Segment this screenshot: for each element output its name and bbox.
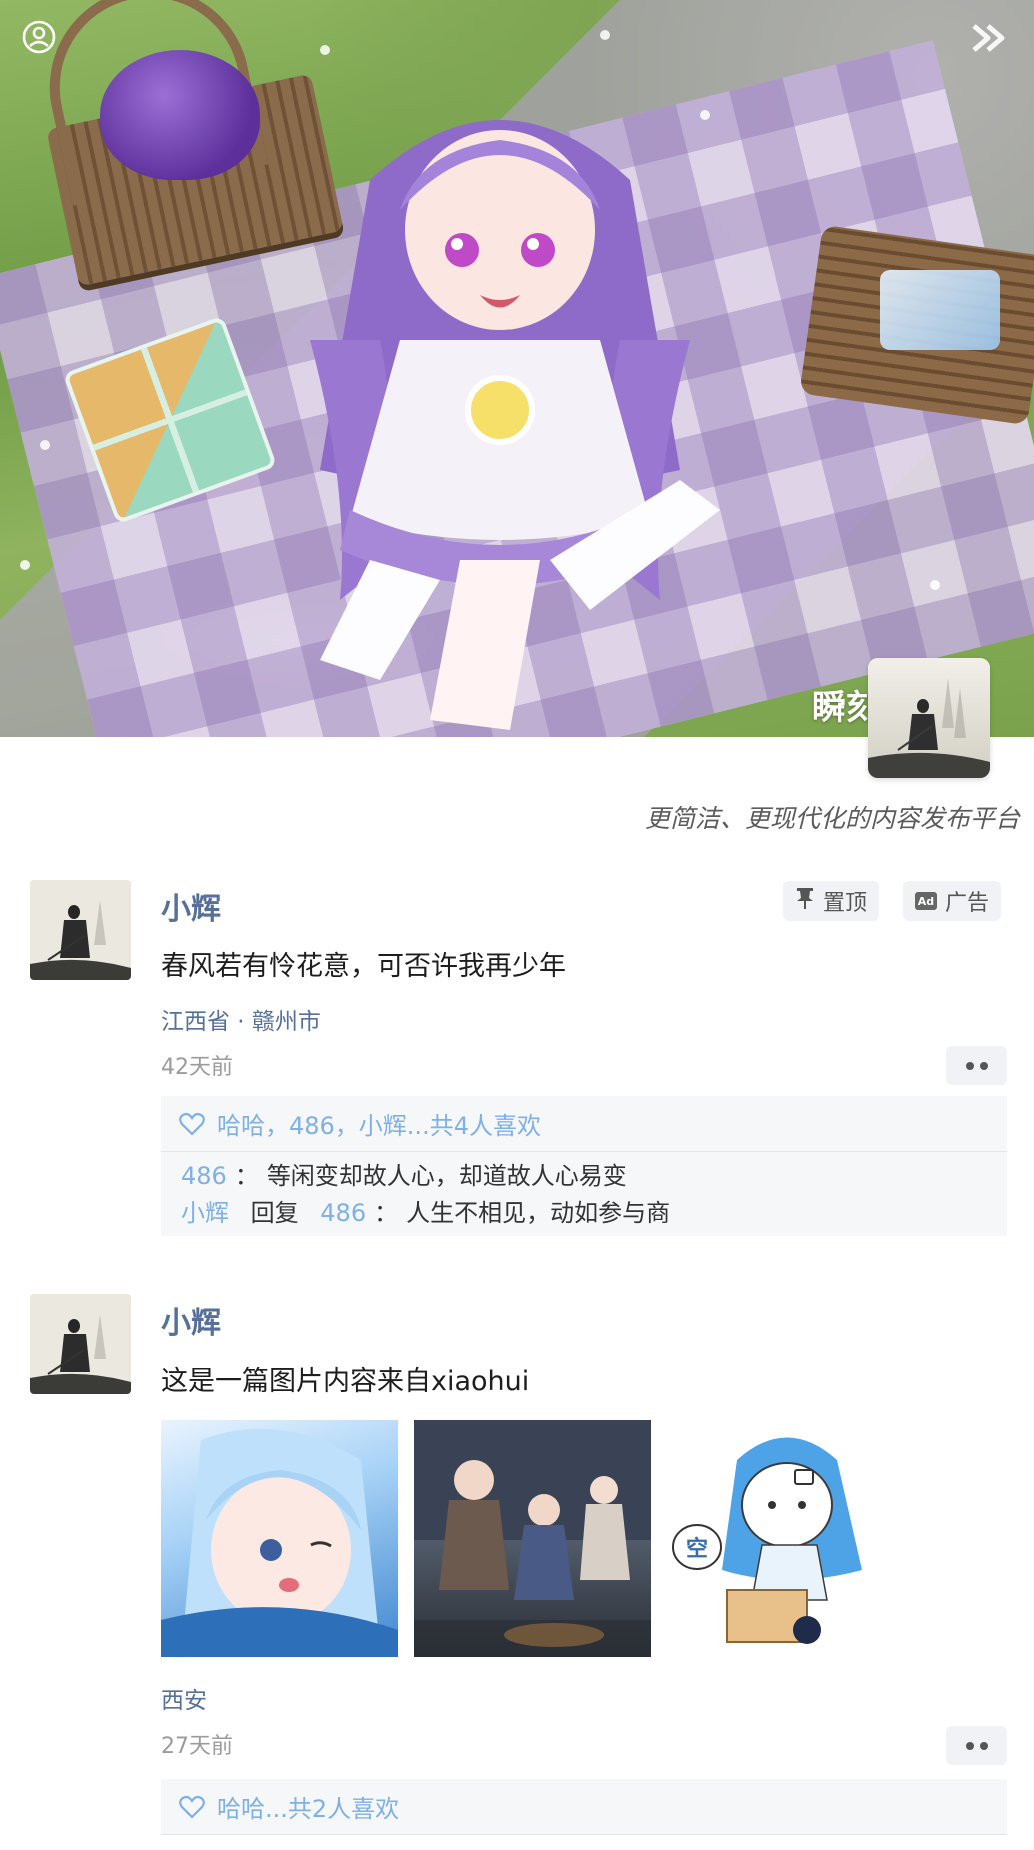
post-author-avatar[interactable]	[30, 880, 131, 980]
post-author-avatar[interactable]	[30, 1294, 131, 1394]
post-author-name[interactable]: 小辉	[161, 884, 221, 928]
sticker-text: 空	[686, 1536, 708, 1562]
post-content: 这是一篇图片内容来自xiaohui	[161, 1366, 530, 1397]
comment-user[interactable]: 486	[181, 1162, 227, 1190]
comment-list: 486：等闲变却故人心，却道故人心易变 小辉 回复 486：人生不相见，动如参与…	[161, 1152, 1007, 1236]
photo-thumbnail[interactable]	[161, 1420, 398, 1657]
ice-cubes	[880, 270, 1000, 350]
app-name: 瞬刻	[812, 688, 880, 728]
comment-text: 人生不相见，动如参与商	[406, 1199, 671, 1227]
reply-word: 回复	[250, 1199, 299, 1227]
pin-icon	[795, 887, 815, 915]
photo-thumbnail[interactable]	[414, 1420, 651, 1657]
photo-grid: 空	[161, 1420, 904, 1657]
more-options-button[interactable]	[946, 1046, 1007, 1085]
post-content: 春风若有怜花意，可否许我再少年	[161, 951, 566, 982]
likes-row[interactable]: 哈哈，486，小辉...共4人喜欢	[161, 1096, 1007, 1152]
cover-image	[0, 0, 1034, 737]
more-dots-icon	[965, 1741, 974, 1750]
heart-icon	[179, 1795, 205, 1819]
post-interactions: 哈哈...共2人喜欢	[161, 1779, 1007, 1835]
more-options-button[interactable]	[946, 1726, 1007, 1765]
post-location[interactable]: 西安	[161, 1681, 207, 1715]
pinned-label: 置顶	[823, 891, 868, 916]
comment-item[interactable]: 486：等闲变却故人心，却道故人心易变	[181, 1158, 987, 1195]
user-circle-icon[interactable]	[22, 20, 56, 54]
ad-label: 广告	[945, 891, 990, 916]
post-location[interactable]: 江西省 · 赣州市	[161, 1002, 321, 1036]
photo-thumbnail[interactable]: 空	[667, 1420, 904, 1657]
tagline: 更简洁、更现代化的内容发布平台	[644, 804, 1020, 833]
comment-text: 等闲变却故人心，却道故人心易变	[266, 1162, 627, 1190]
double-chevron-right-icon[interactable]	[954, 22, 1014, 54]
more-dots-icon	[965, 1061, 974, 1070]
likes-row[interactable]: 哈哈...共2人喜欢	[161, 1779, 1007, 1835]
ad-tag: Ad 广告	[903, 881, 1002, 921]
post-time: 42天前	[161, 1055, 233, 1080]
reply-target-user[interactable]: 486	[320, 1199, 366, 1227]
purple-cat-plush	[100, 50, 260, 180]
ad-icon: Ad	[915, 892, 937, 910]
anime-girl-illustration	[310, 120, 720, 730]
post-interactions: 哈哈，486，小辉...共4人喜欢 486：等闲变却故人心，却道故人心易变 小辉…	[161, 1096, 1007, 1236]
post-time: 27天前	[161, 1734, 233, 1759]
heart-icon	[179, 1112, 205, 1136]
pinned-tag: 置顶	[783, 881, 880, 921]
comment-item[interactable]: 小辉 回复 486：人生不相见，动如参与商	[181, 1195, 987, 1232]
comment-user[interactable]: 小辉	[181, 1199, 229, 1227]
post-author-name[interactable]: 小辉	[161, 1298, 221, 1342]
profile-avatar[interactable]	[868, 658, 990, 778]
likes-text: 哈哈...共2人喜欢	[217, 1795, 400, 1823]
likes-text: 哈哈，486，小辉...共4人喜欢	[217, 1112, 541, 1140]
